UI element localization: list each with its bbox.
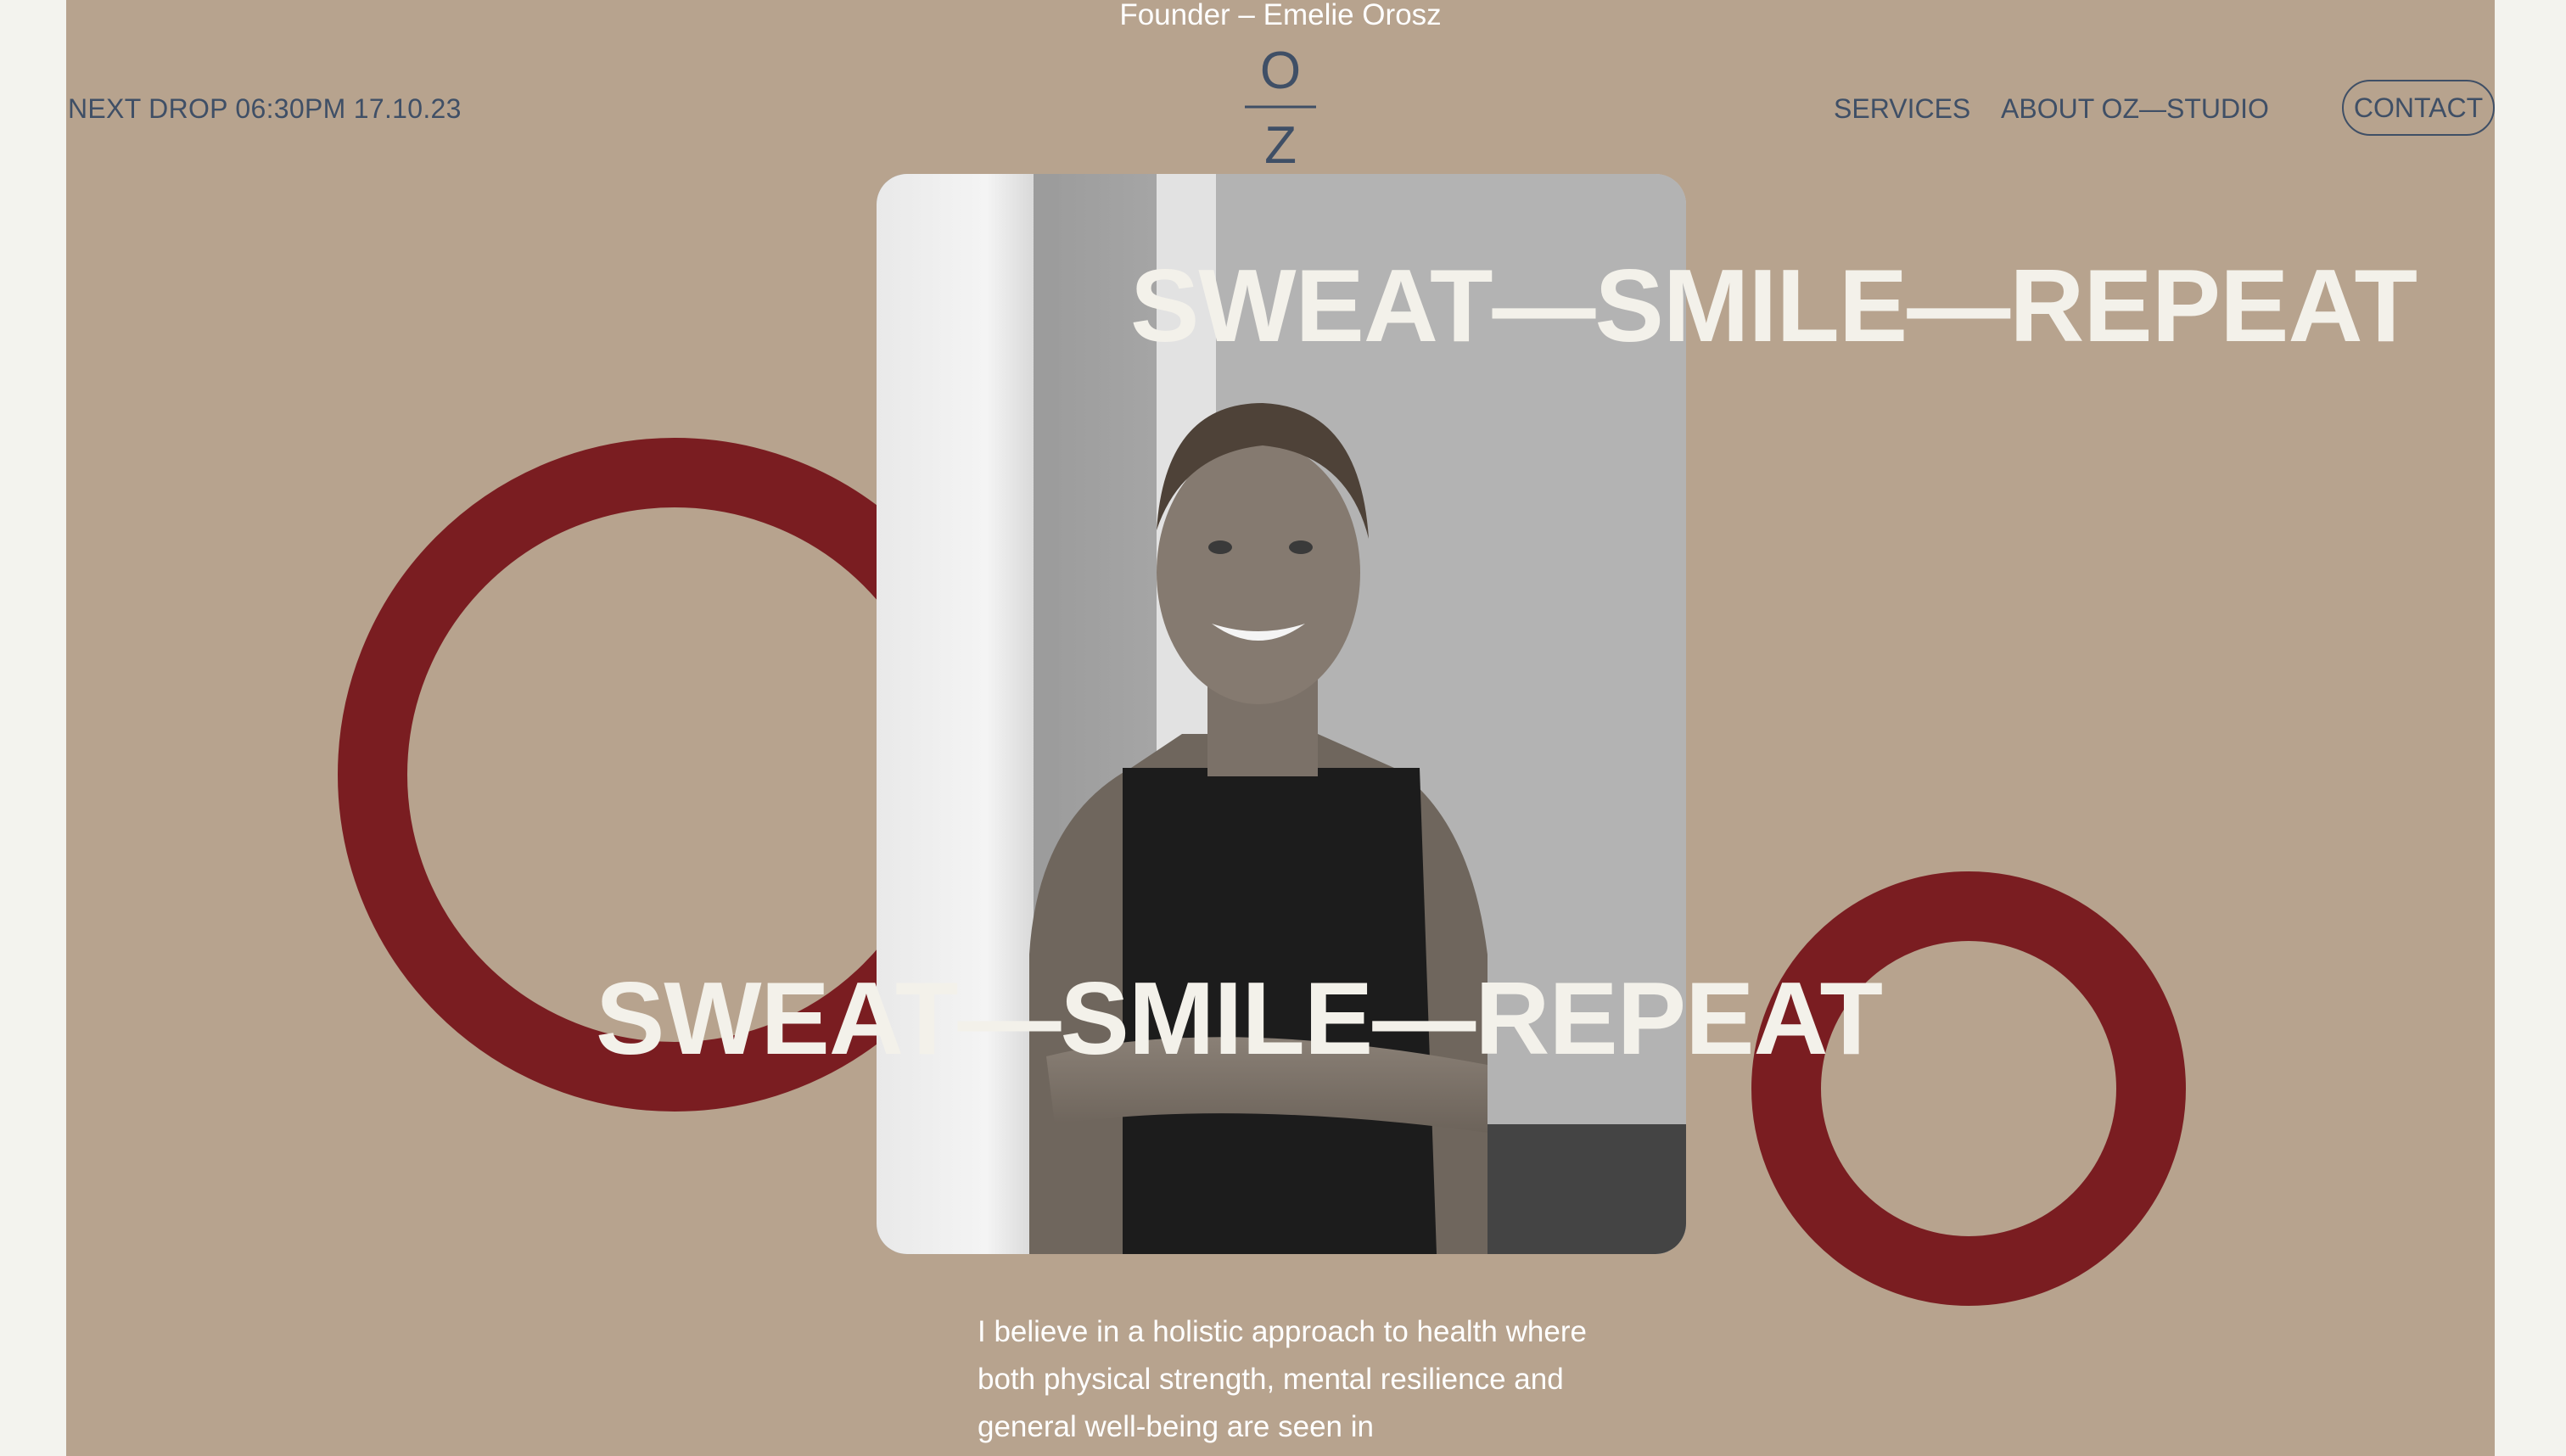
- nav-services[interactable]: SERVICES: [1834, 92, 1970, 126]
- headline-bottom: SWEAT—SMILE—REPEAT: [596, 960, 1883, 1076]
- philosophy-paragraph: I believe in a holistic approach to heal…: [978, 1315, 1587, 1443]
- ring-right-decoration: [1751, 871, 2186, 1306]
- founder-caption: Founder – Emelie Orosz: [1119, 0, 1442, 31]
- nav-about[interactable]: ABOUT OZ—STUDIO: [2001, 92, 2269, 126]
- logo-letter-o: O: [1260, 49, 1301, 100]
- oz-logo[interactable]: O Z: [1245, 49, 1316, 168]
- headline-top: SWEAT—SMILE—REPEAT: [1130, 248, 2418, 363]
- next-drop-label: NEXT DROP 06:30PM 17.10.23: [68, 93, 462, 124]
- hero-section: Founder – Emelie Orosz NEXT DROP 06:30PM…: [66, 0, 2495, 1456]
- contact-button[interactable]: CONTACT: [2342, 80, 2495, 136]
- logo-letter-z: Z: [1264, 116, 1297, 168]
